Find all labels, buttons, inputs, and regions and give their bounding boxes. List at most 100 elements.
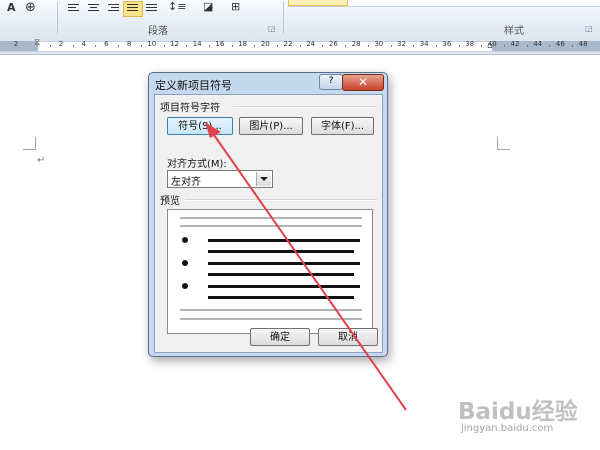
ruler-number: 24 — [306, 40, 316, 48]
font-color-button[interactable]: A — [3, 1, 23, 17]
ruler-number: 26 — [328, 40, 338, 48]
align-center-button[interactable] — [84, 1, 104, 17]
picture-button[interactable]: 图片(P)... — [239, 117, 303, 135]
line-spacing-icon: ↕≡ — [168, 0, 187, 13]
ruler-tick — [95, 45, 97, 47]
close-button[interactable]: ✕ — [342, 74, 384, 91]
watermark-logo: Baidu经验 — [458, 399, 578, 425]
borders-button[interactable]: ⊞ — [228, 0, 248, 17]
align-right-button[interactable] — [104, 1, 124, 17]
help-icon: ? — [328, 76, 334, 86]
styles-dialog-launcher-icon[interactable]: ◲ — [585, 24, 593, 33]
ruler-tick — [390, 45, 392, 47]
preview-gray-line — [180, 309, 362, 311]
ruler-tick — [163, 45, 165, 47]
ruler-number: 20 — [260, 40, 270, 48]
ruler-number: 28 — [351, 40, 361, 48]
ruler-number: 42 — [510, 40, 520, 48]
ruler-number: 12 — [170, 40, 179, 48]
preview-text-line — [208, 296, 354, 299]
ruler-tick — [186, 45, 188, 47]
preview-text-line — [208, 239, 360, 242]
indent-marker-icon[interactable]: ⧖ — [34, 38, 40, 48]
encircle-char-icon: ⊕ — [25, 0, 36, 15]
dialog-title: 定义新项目符号 — [155, 79, 232, 92]
ruler-number: 30 — [374, 40, 384, 48]
ruler-tick — [572, 45, 574, 47]
align-left-button[interactable] — [64, 1, 84, 17]
ruler-tick — [299, 45, 301, 47]
encircle-button[interactable]: ⊕ — [22, 0, 42, 17]
ruler-tick — [345, 45, 347, 47]
preview-bullet — [182, 283, 188, 289]
shading-button[interactable]: ◪ — [200, 0, 220, 17]
borders-icon: ⊞ — [231, 0, 241, 13]
preview-text-line — [208, 285, 360, 288]
styles-gallery-selected[interactable] — [288, 0, 348, 6]
ok-button[interactable]: 确定 — [250, 328, 310, 346]
ruler-tick — [481, 45, 483, 47]
horizontal-ruler[interactable]: ⧖ ⌂ 2 2 4 6 8 10 12 14 16 18 20 22 24 26 28 30 32 34 36 38 4… — [0, 37, 600, 55]
ruler-number: 48 — [578, 40, 588, 48]
ruler-number: 34 — [419, 40, 429, 48]
ruler-tick — [549, 45, 551, 47]
font-button[interactable]: 字体(F)... — [311, 117, 374, 135]
alignment-value: 左对齐 — [171, 177, 201, 188]
ribbon: A ⊕ ↕≡ ◪ ⊞ 段落 ◲ 样式 ◲ — [0, 0, 600, 38]
ruler-left-margin — [0, 41, 38, 51]
ruler-tick — [231, 45, 233, 47]
preview-bullet — [182, 260, 188, 266]
cancel-button[interactable]: 取消 — [318, 328, 378, 346]
ruler-number: 16 — [215, 40, 225, 48]
ruler-tick — [277, 45, 278, 47]
ruler-tick — [322, 45, 324, 47]
ruler-tick — [458, 45, 460, 47]
preview-gray-line — [180, 318, 362, 320]
paragraph-dialog-launcher-icon[interactable]: ◲ — [268, 24, 276, 33]
bullet-preview — [167, 209, 373, 334]
ruler-number: 4 — [81, 40, 86, 48]
symbol-button[interactable]: 符号(S)... — [167, 117, 233, 135]
preview-bullet — [182, 237, 188, 243]
alignment-dropdown[interactable]: 左对齐 — [167, 170, 273, 188]
watermark: Baidu经验 jingyan.baidu.com — [458, 392, 600, 448]
group-divider — [185, 199, 377, 201]
chevron-down-icon[interactable] — [256, 172, 271, 186]
ruler-tick — [72, 45, 74, 47]
ruler-number: 44 — [533, 40, 543, 48]
dialog-body: 项目符号字符 符号(S)... 图片(P)... 字体(F)... 对齐方式(M… — [154, 94, 383, 353]
justify-button[interactable] — [123, 1, 143, 17]
help-button[interactable]: ? — [319, 74, 343, 90]
ruler-tick — [50, 45, 51, 47]
distribute-button[interactable] — [142, 1, 162, 17]
preview-text-line — [208, 262, 360, 265]
ruler-tick — [367, 45, 369, 47]
preview-text-line — [208, 273, 354, 276]
crop-mark — [497, 137, 510, 150]
ruler-number: 2 — [58, 40, 64, 48]
ruler-number: 10 — [147, 40, 157, 48]
group-divider — [233, 106, 377, 108]
preview-group-label: 预览 — [160, 196, 180, 207]
preview-text-line — [208, 250, 354, 253]
ruler-number: 6 — [104, 40, 109, 48]
close-icon: ✕ — [357, 75, 369, 89]
group-separator — [283, 2, 284, 34]
ruler-tick — [140, 45, 142, 47]
preview-gray-line — [180, 225, 362, 227]
ruler-number: 2 — [13, 40, 19, 48]
line-spacing-button[interactable]: ↕≡ — [166, 0, 187, 17]
ruler-tick — [413, 45, 415, 47]
alignment-label: 对齐方式(M): — [167, 159, 227, 170]
ruler-tick — [435, 45, 437, 47]
font-color-icon: A — [7, 1, 16, 14]
styles-group-label: 样式 — [504, 26, 524, 37]
ruler-tick — [118, 45, 120, 47]
crop-mark — [23, 137, 36, 150]
ruler-tick — [526, 45, 528, 47]
ruler-number: 38 — [465, 40, 475, 48]
ruler-tick — [208, 45, 210, 47]
paragraph-mark: ↵ — [37, 155, 46, 166]
bullet-character-group-label: 项目符号字符 — [160, 103, 220, 114]
preview-gray-line — [180, 217, 362, 219]
